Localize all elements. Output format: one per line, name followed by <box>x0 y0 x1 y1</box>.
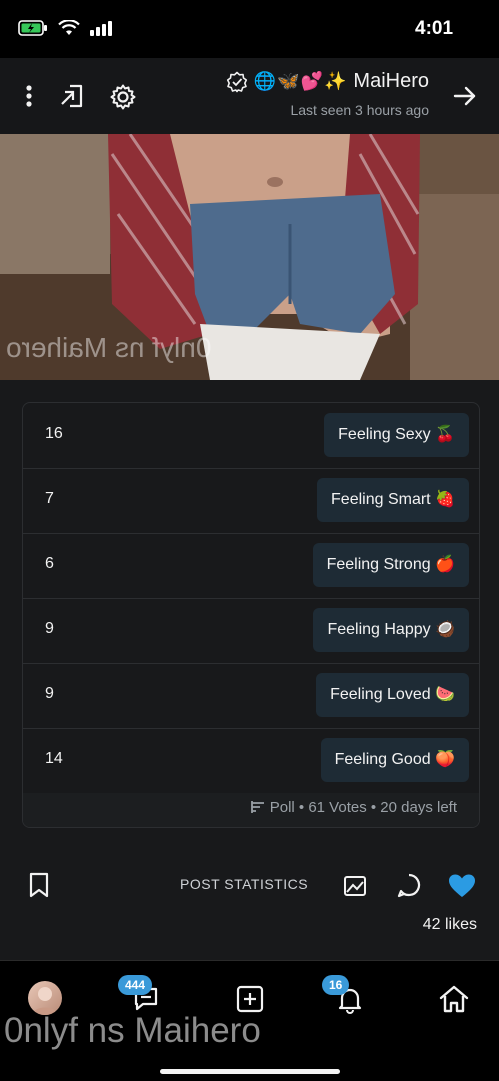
photo-watermark: 0nlyf ns Maihero <box>6 332 212 363</box>
name-emojis: 🌐🦋💕✨ <box>253 71 348 91</box>
profile-avatar[interactable] <box>28 981 62 1015</box>
wifi-icon <box>58 20 80 35</box>
messages-badge: 444 <box>118 975 153 995</box>
poll-meta-text: Poll • 61 Votes • 20 days left <box>269 799 457 816</box>
comment-icon[interactable] <box>394 870 424 900</box>
profile-name: MaiHero <box>353 70 429 92</box>
home-indicator <box>160 1069 340 1074</box>
likes-count[interactable]: 42 likes <box>423 916 477 934</box>
poll-option-label: Feeling Happy 🥥 <box>327 621 455 638</box>
poll-option-count: 7 <box>45 490 54 507</box>
chat-header: 🌐🦋💕✨ MaiHero Last seen 3 hours ago <box>0 58 499 134</box>
poll-option-count: 14 <box>45 750 63 767</box>
verified-badge-icon <box>226 71 247 92</box>
like-heart-icon[interactable] <box>446 870 478 902</box>
bookmark-icon[interactable] <box>24 870 54 900</box>
poll-icon <box>250 801 264 813</box>
post-action-bar: POST STATISTICS <box>0 868 499 904</box>
post-photo[interactable]: 0nlyf ns Maihero <box>0 134 499 380</box>
poll: 16 Feeling Sexy 🍒 7 Feeling Smart 🍓 6 Fe… <box>22 402 480 828</box>
status-time: 4:01 <box>415 18 454 39</box>
poll-option[interactable]: 14 Feeling Good 🍑 <box>23 728 479 794</box>
poll-option[interactable]: 16 Feeling Sexy 🍒 <box>23 403 479 469</box>
poll-option[interactable]: 9 Feeling Loved 🍉 <box>23 663 479 729</box>
poll-option-label: Feeling Smart 🍓 <box>331 491 455 508</box>
poll-footer: Poll • 61 Votes • 20 days left <box>23 793 479 827</box>
status-bar: 4:01 <box>0 0 499 58</box>
poll-option[interactable]: 6 Feeling Strong 🍎 <box>23 533 479 599</box>
share-icon[interactable] <box>56 80 88 112</box>
poll-option-count: 16 <box>45 425 63 442</box>
status-icons <box>18 20 114 36</box>
more-options-icon[interactable] <box>16 80 42 112</box>
notifications-badge: 16 <box>322 975 350 995</box>
bottom-nav: 444 16 0nlyf ns Maihero <box>0 960 499 1081</box>
poll-option-count: 9 <box>45 685 54 702</box>
statistics-image-icon[interactable] <box>341 872 369 900</box>
footer-watermark: 0nlyf ns Maihero <box>4 1011 261 1050</box>
poll-option-label: Feeling Good 🍑 <box>334 751 455 768</box>
poll-option-count: 9 <box>45 620 54 637</box>
poll-option-label: Feeling Loved 🍉 <box>330 686 455 703</box>
poll-option-label: Feeling Strong 🍎 <box>326 556 455 573</box>
post-statistics-label[interactable]: POST STATISTICS <box>180 876 308 892</box>
post-content: 16 Feeling Sexy 🍒 7 Feeling Smart 🍓 6 Fe… <box>0 380 499 960</box>
poll-option-label: Feeling Sexy 🍒 <box>338 426 455 443</box>
poll-option[interactable]: 9 Feeling Happy 🥥 <box>23 598 479 664</box>
profile-name-line[interactable]: 🌐🦋💕✨ MaiHero <box>226 70 429 93</box>
poll-option[interactable]: 7 Feeling Smart 🍓 <box>23 468 479 534</box>
poll-option-count: 6 <box>45 555 54 572</box>
nav-home[interactable] <box>434 979 474 1019</box>
settings-gear-icon[interactable] <box>106 80 140 114</box>
add-post-icon <box>236 985 264 1013</box>
signal-icon <box>90 21 112 36</box>
last-seen-status: Last seen 3 hours ago <box>290 102 429 118</box>
battery-icon <box>18 20 47 36</box>
back-arrow-icon[interactable] <box>448 80 482 112</box>
home-icon <box>439 985 469 1013</box>
poll-meta: Poll • 61 Votes • 20 days left <box>250 799 457 816</box>
